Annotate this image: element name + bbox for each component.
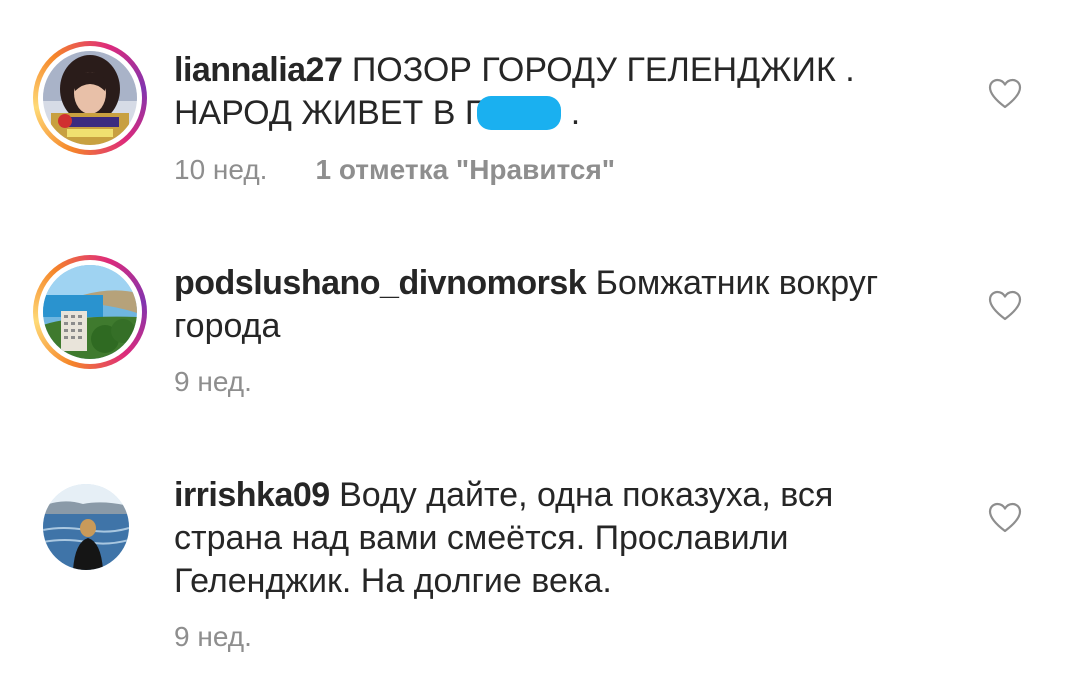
comment-meta: 9 нед. — [174, 621, 252, 653]
avatar-story-ring[interactable] — [33, 255, 147, 369]
censor-blob — [477, 96, 562, 130]
comment-meta: 9 нед. — [174, 366, 252, 398]
avatar[interactable] — [43, 484, 129, 570]
comment-body-end: . — [561, 94, 581, 132]
comment-username[interactable]: liannalia27 — [174, 51, 343, 89]
comment-text: podslushano_divnomorsk Бомжатник вокруг … — [174, 262, 934, 348]
comment-text: irrishka09 Воду дайте, одна показуха, вс… — [174, 474, 934, 603]
woman-portrait-icon — [43, 51, 137, 145]
like-heart-icon[interactable] — [988, 502, 1022, 534]
comment-meta: 10 нед. 1 отметка "Нравится" — [174, 154, 615, 186]
seaside-hotel-icon — [43, 265, 137, 359]
comment-like-count[interactable]: 1 отметка "Нравится" — [315, 154, 615, 185]
comment-username[interactable]: podslushano_divnomorsk — [174, 264, 587, 302]
comment-age[interactable]: 9 нед. — [174, 366, 252, 397]
avatar-story-ring[interactable] — [33, 41, 147, 155]
comment-age[interactable]: 9 нед. — [174, 621, 252, 652]
avatar[interactable] — [43, 265, 137, 359]
like-heart-icon[interactable] — [988, 290, 1022, 322]
avatar[interactable] — [43, 51, 137, 145]
sea-person-icon — [43, 484, 129, 570]
like-heart-icon[interactable] — [988, 78, 1022, 110]
comment-text: liannalia27 ПОЗОР ГОРОДУ ГЕЛЕНДЖИК . НАР… — [174, 49, 934, 135]
comment-age[interactable]: 10 нед. — [174, 154, 267, 185]
comment-username[interactable]: irrishka09 — [174, 476, 330, 514]
